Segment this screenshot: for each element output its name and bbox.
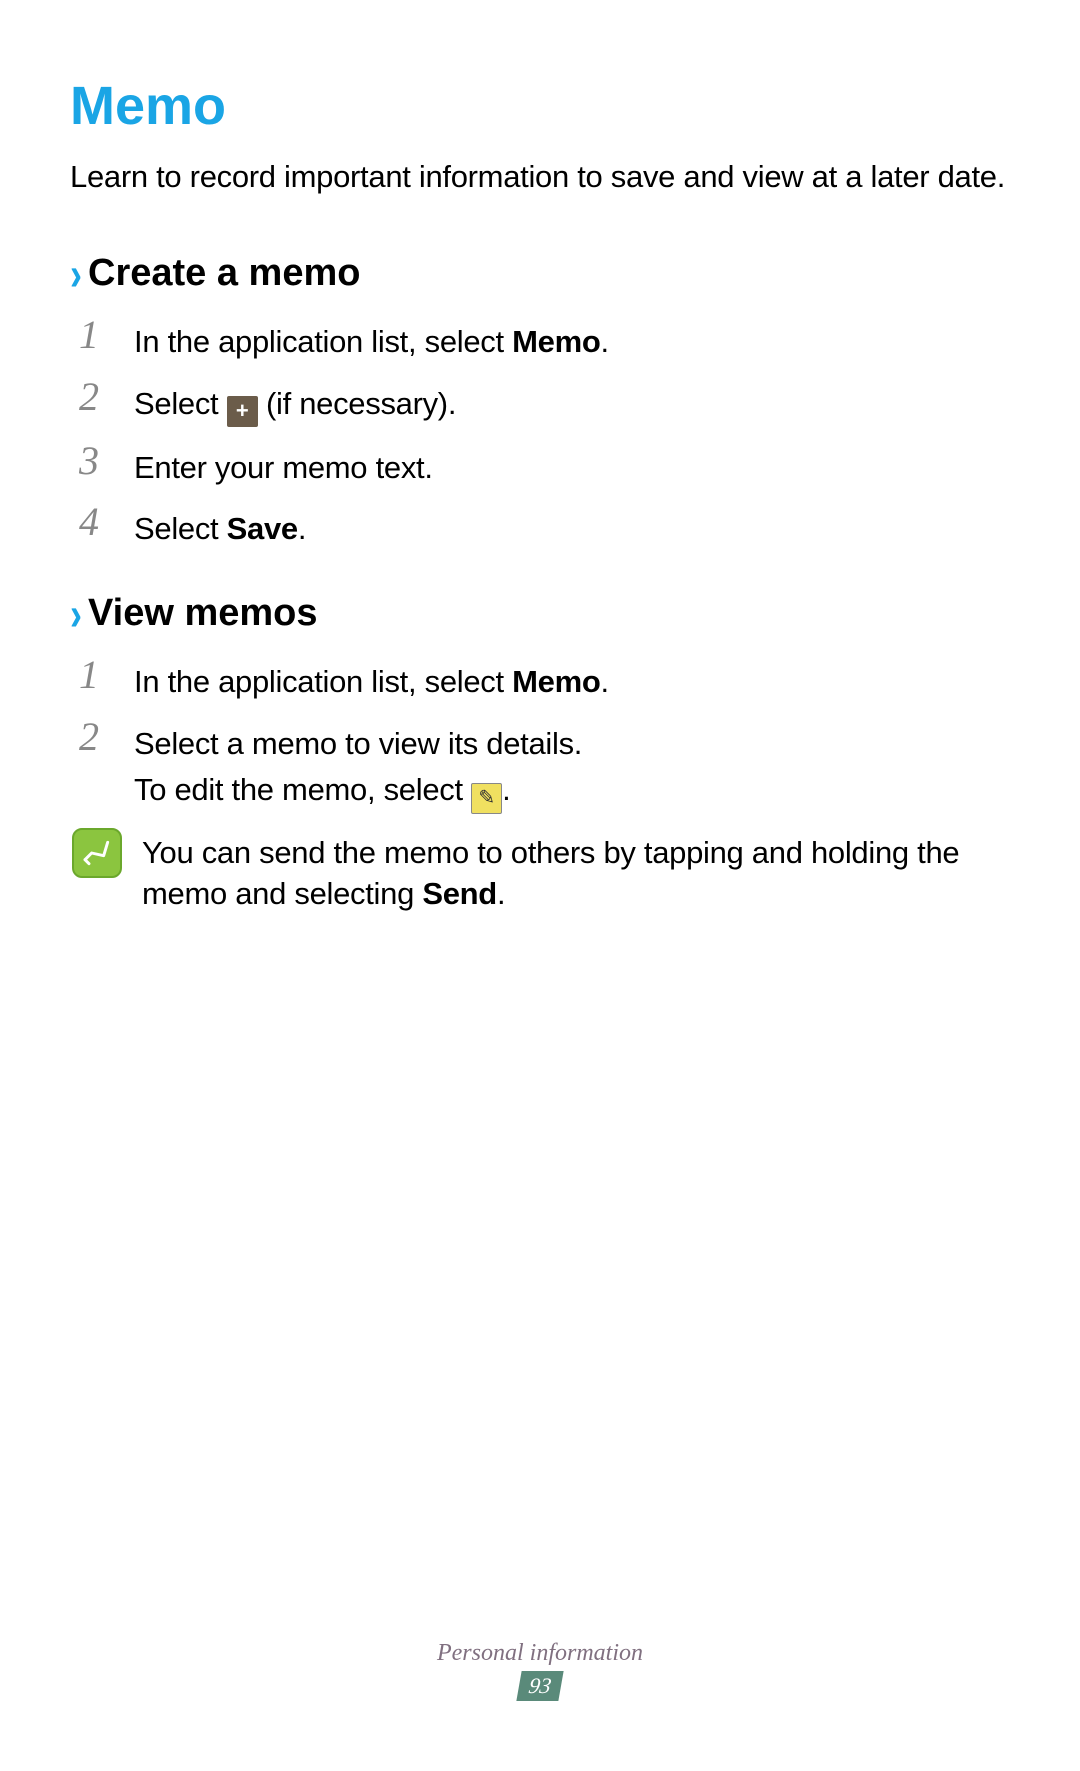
bold-app-name: Memo (512, 664, 600, 699)
step-a4: 4 Select Save. (70, 502, 1010, 550)
page-footer: Personal information 93 (0, 1640, 1080, 1701)
chevron-right-icon: › (70, 590, 82, 637)
step-number: 4 (72, 502, 106, 542)
note-block: You can send the memo to others by tappi… (70, 828, 1010, 916)
step-a1: 1 In the application list, select Memo. (70, 315, 1010, 363)
text: . (502, 772, 510, 807)
footer-page-number: 93 (516, 1671, 563, 1701)
heading-create-text: Create a memo (88, 252, 360, 295)
step-a2: 2 Select + (if necessary). (70, 377, 1010, 427)
text: Select (134, 386, 227, 421)
text: You can send the memo to others by tappi… (142, 835, 959, 912)
step-number: 3 (72, 441, 106, 481)
step-body: Enter your memo text. (134, 441, 433, 489)
step-body: In the application list, select Memo. (134, 655, 609, 703)
bold-save: Save (227, 511, 298, 546)
step-body: Select a memo to view its details. To ed… (134, 717, 582, 813)
text: In the application list, select (134, 664, 512, 699)
footer-category: Personal information (0, 1640, 1080, 1667)
heading-view-text: View memos (88, 592, 318, 635)
note-text: You can send the memo to others by tappi… (142, 828, 1010, 916)
pencil-icon: ✎ (471, 783, 502, 814)
text: (if necessary). (258, 386, 456, 421)
section-heading-view: › View memos (70, 592, 1010, 635)
text: To edit the memo, select (134, 772, 471, 807)
text: Select (134, 511, 227, 546)
text: . (601, 664, 609, 699)
step-number: 2 (72, 717, 106, 757)
page-title: Memo (70, 75, 1010, 137)
text: . (601, 324, 609, 359)
step-body: Select + (if necessary). (134, 377, 456, 427)
step-number: 1 (72, 315, 106, 355)
chevron-right-icon: › (70, 250, 82, 297)
step-a3: 3 Enter your memo text. (70, 441, 1010, 489)
text: . (497, 876, 505, 911)
bold-app-name: Memo (512, 324, 600, 359)
text: Select a memo to view its details. (134, 726, 582, 761)
bold-send: Send (422, 876, 497, 911)
text: . (298, 511, 306, 546)
step-number: 1 (72, 655, 106, 695)
step-b1: 1 In the application list, select Memo. (70, 655, 1010, 703)
step-b2: 2 Select a memo to view its details. To … (70, 717, 1010, 813)
step-number: 2 (72, 377, 106, 417)
step-body: In the application list, select Memo. (134, 315, 609, 363)
step-body: Select Save. (134, 502, 306, 550)
note-icon (72, 828, 122, 878)
intro-text: Learn to record important information to… (70, 157, 1010, 197)
section-heading-create: › Create a memo (70, 252, 1010, 295)
text: In the application list, select (134, 324, 512, 359)
plus-icon: + (227, 396, 258, 427)
